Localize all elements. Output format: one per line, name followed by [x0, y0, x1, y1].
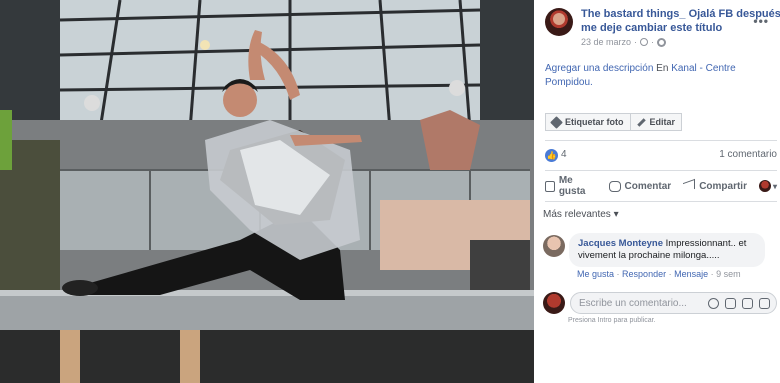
post-header: The bastard things_ Ojalá FB después me …: [545, 6, 780, 50]
divider: [545, 201, 777, 202]
photo-viewer: The bastard things_ Ojalá FB después me …: [0, 0, 780, 383]
comment-time[interactable]: 9 sem: [716, 269, 741, 279]
commenter-avatar[interactable]: [543, 235, 565, 257]
share-label: Compartir: [699, 180, 747, 192]
more-options-icon[interactable]: •••: [753, 14, 769, 28]
meta-separator: ·: [634, 37, 638, 47]
chevron-down-icon: ▾: [613, 209, 619, 220]
tag-photo-button[interactable]: Etiquetar foto: [545, 113, 631, 131]
author-name[interactable]: The bastard things_ Ojalá FB después me …: [581, 7, 780, 35]
tag-photo-label: Etiquetar foto: [565, 117, 624, 127]
composer-icons: [708, 298, 770, 309]
like-count[interactable]: 4: [561, 149, 567, 160]
share-icon: [683, 178, 696, 194]
like-label: Me gusta: [558, 175, 586, 197]
comment-sort[interactable]: Más relevantes ▾: [543, 209, 619, 220]
thumb-icon: [545, 180, 555, 192]
sticker-icon[interactable]: [759, 298, 770, 309]
clock-icon: [640, 38, 649, 46]
comment-icon: [608, 180, 621, 192]
meta-separator-2: ·: [651, 37, 655, 47]
comment-input[interactable]: Escribe un comentario...: [570, 292, 777, 314]
comment-button[interactable]: Comentar: [608, 180, 672, 192]
post-description: Agregar una descripción En Kanal - Centr…: [545, 62, 775, 90]
post-photo[interactable]: [0, 0, 534, 383]
action-bar: Me gusta Comentar Compartir ▾: [545, 175, 777, 197]
divider: [545, 140, 777, 141]
post-meta: 23 de marzo · ·: [581, 37, 667, 47]
comment-message-link[interactable]: Mensaje: [674, 269, 708, 279]
edit-label: Editar: [649, 117, 676, 127]
comment-like-link[interactable]: Me gusta: [577, 269, 614, 279]
identity-avatar: [758, 180, 771, 192]
camera-icon[interactable]: [725, 298, 736, 309]
post-side-panel: The bastard things_ Ojalá FB después me …: [534, 0, 780, 383]
description-connector: En: [653, 63, 672, 74]
reaction-identity-selector[interactable]: ▾: [758, 180, 777, 192]
pencil-icon: [636, 117, 646, 127]
divider: [545, 170, 777, 171]
comment-label: Comentar: [624, 180, 672, 192]
comment-input-placeholder: Escribe un comentario...: [579, 297, 687, 309]
share-button[interactable]: Compartir: [683, 178, 747, 194]
photo-actions: Etiquetar foto Editar: [545, 113, 683, 131]
edit-button[interactable]: Editar: [630, 113, 683, 131]
composer-avatar: [543, 292, 565, 314]
author-avatar[interactable]: [545, 8, 573, 36]
add-description-link[interactable]: Agregar una descripción: [545, 63, 653, 74]
emoji-icon[interactable]: [708, 298, 719, 309]
comment-composer: Escribe un comentario...: [543, 292, 777, 314]
composer-hint: Presiona Intro para publicar.: [568, 317, 656, 324]
comment-count[interactable]: 1 comentario: [719, 149, 777, 160]
comment-sort-label: Más relevantes: [543, 209, 611, 220]
commenter-name[interactable]: Jacques Monteyne: [578, 238, 663, 249]
gif-icon[interactable]: [742, 298, 753, 309]
comment-reply-link[interactable]: Responder: [622, 269, 666, 279]
post-stats: 👍 4 1 comentario: [545, 148, 777, 164]
like-badge-icon[interactable]: 👍: [545, 149, 558, 162]
chevron-down-icon: ▾: [772, 181, 777, 191]
globe-icon[interactable]: [657, 37, 667, 47]
comment-bubble: Jacques Monteyne Impressionnant.. et viv…: [569, 233, 765, 267]
photo-illustration: [0, 0, 534, 383]
post-date[interactable]: 23 de marzo: [581, 37, 631, 47]
tag-icon: [550, 115, 563, 129]
comment-meta: Me gusta · Responder · Mensaje · 9 sem: [577, 269, 741, 279]
like-button[interactable]: Me gusta: [545, 175, 597, 197]
